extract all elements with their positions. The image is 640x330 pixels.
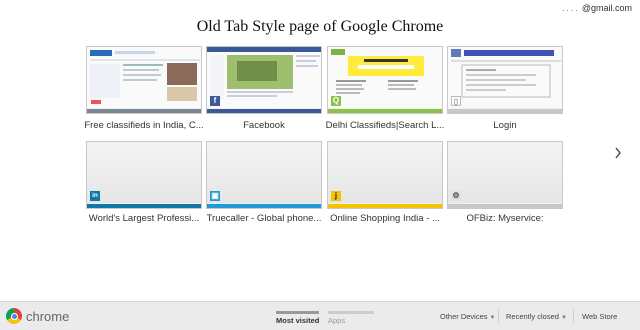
recently-closed-label: Recently closed xyxy=(506,312,559,321)
web-store-link[interactable]: Web Store xyxy=(582,312,617,321)
tile-label[interactable]: Free classifieds in India, C... xyxy=(81,120,207,131)
tile-linkedin[interactable]: in xyxy=(86,141,202,209)
other-devices-button[interactable]: Other Devices ▼ xyxy=(440,312,495,321)
footer-bar: chrome Most visited Apps Other Devices ▼ … xyxy=(0,301,640,330)
page-thumbnail-quikr xyxy=(331,49,424,94)
chevron-down-icon: ▼ xyxy=(489,315,496,321)
page-thumbnail-facebook xyxy=(207,47,321,99)
other-devices-label: Other Devices xyxy=(440,312,488,321)
page-thumbnail-login xyxy=(451,49,561,98)
tab-most-visited-label: Most visited xyxy=(276,316,320,325)
chrome-logo-icon xyxy=(6,308,22,324)
tile-label[interactable]: OFBiz: Myservice: xyxy=(442,213,568,224)
jabong-favicon-icon: j xyxy=(331,191,341,201)
tile-accent-bar xyxy=(448,204,562,208)
tile-free-classifieds[interactable] xyxy=(86,46,202,114)
divider xyxy=(498,309,499,323)
account-name-redacted: .... xyxy=(561,3,580,13)
page-thumbnail-classifieds xyxy=(90,50,200,104)
tile-facebook[interactable]: f xyxy=(206,46,322,114)
tile-label[interactable]: Facebook xyxy=(201,120,327,131)
thumbnail xyxy=(328,47,442,108)
tile-online-shopping[interactable]: j xyxy=(327,141,443,209)
truecaller-favicon-icon: ▣ xyxy=(210,191,220,201)
tile-login[interactable]: ▯ xyxy=(447,46,563,114)
recently-closed-button[interactable]: Recently closed ▼ xyxy=(506,312,567,321)
tile-accent-bar xyxy=(328,109,442,113)
tab-most-visited[interactable]: Most visited xyxy=(276,311,320,325)
tile-delhi-classifieds[interactable]: Q xyxy=(327,46,443,114)
tile-accent-bar xyxy=(328,204,442,208)
tile-label[interactable]: World's Largest Professi... xyxy=(81,213,207,224)
tab-apps-label: Apps xyxy=(328,316,346,325)
ofbiz-favicon-icon: ⚙ xyxy=(451,191,461,201)
account-info[interactable]: .... @gmail.com xyxy=(562,3,632,13)
account-email: @gmail.com xyxy=(581,3,632,13)
chrome-wordmark: chrome xyxy=(26,309,70,324)
thumbnail xyxy=(87,47,201,108)
thumbnail xyxy=(448,47,562,108)
tile-label[interactable]: Login xyxy=(442,120,568,131)
chevron-right-icon[interactable] xyxy=(614,146,622,164)
tile-accent-bar xyxy=(207,109,321,113)
thumbnail xyxy=(207,47,321,108)
page-favicon-icon: ▯ xyxy=(451,96,461,106)
tile-accent-bar xyxy=(448,109,562,113)
tile-ofbiz[interactable]: ⚙ xyxy=(447,141,563,209)
tile-truecaller[interactable]: ▣ xyxy=(206,141,322,209)
facebook-favicon-icon: f xyxy=(210,96,220,106)
thumbnail xyxy=(207,142,321,203)
chevron-down-icon: ▼ xyxy=(560,315,567,321)
linkedin-favicon-icon: in xyxy=(90,191,100,201)
active-tab-indicator xyxy=(276,311,320,314)
thumbnail xyxy=(328,142,442,203)
thumbnail xyxy=(87,142,201,203)
tile-label[interactable]: Truecaller - Global phone... xyxy=(201,213,327,224)
thumbnail xyxy=(448,142,562,203)
tile-accent-bar xyxy=(87,109,201,113)
divider xyxy=(573,309,574,323)
quikr-favicon-icon: Q xyxy=(331,96,341,106)
page-title: Old Tab Style page of Google Chrome xyxy=(196,18,444,35)
tile-label[interactable]: Delhi Classifieds|Search L... xyxy=(322,120,448,131)
tile-accent-bar xyxy=(87,204,201,208)
tile-accent-bar xyxy=(207,204,321,208)
tile-label[interactable]: Online Shopping India - ... xyxy=(322,213,448,224)
tab-apps[interactable]: Apps xyxy=(328,311,374,325)
inactive-tab-indicator xyxy=(328,311,374,314)
web-store-label: Web Store xyxy=(582,312,618,321)
